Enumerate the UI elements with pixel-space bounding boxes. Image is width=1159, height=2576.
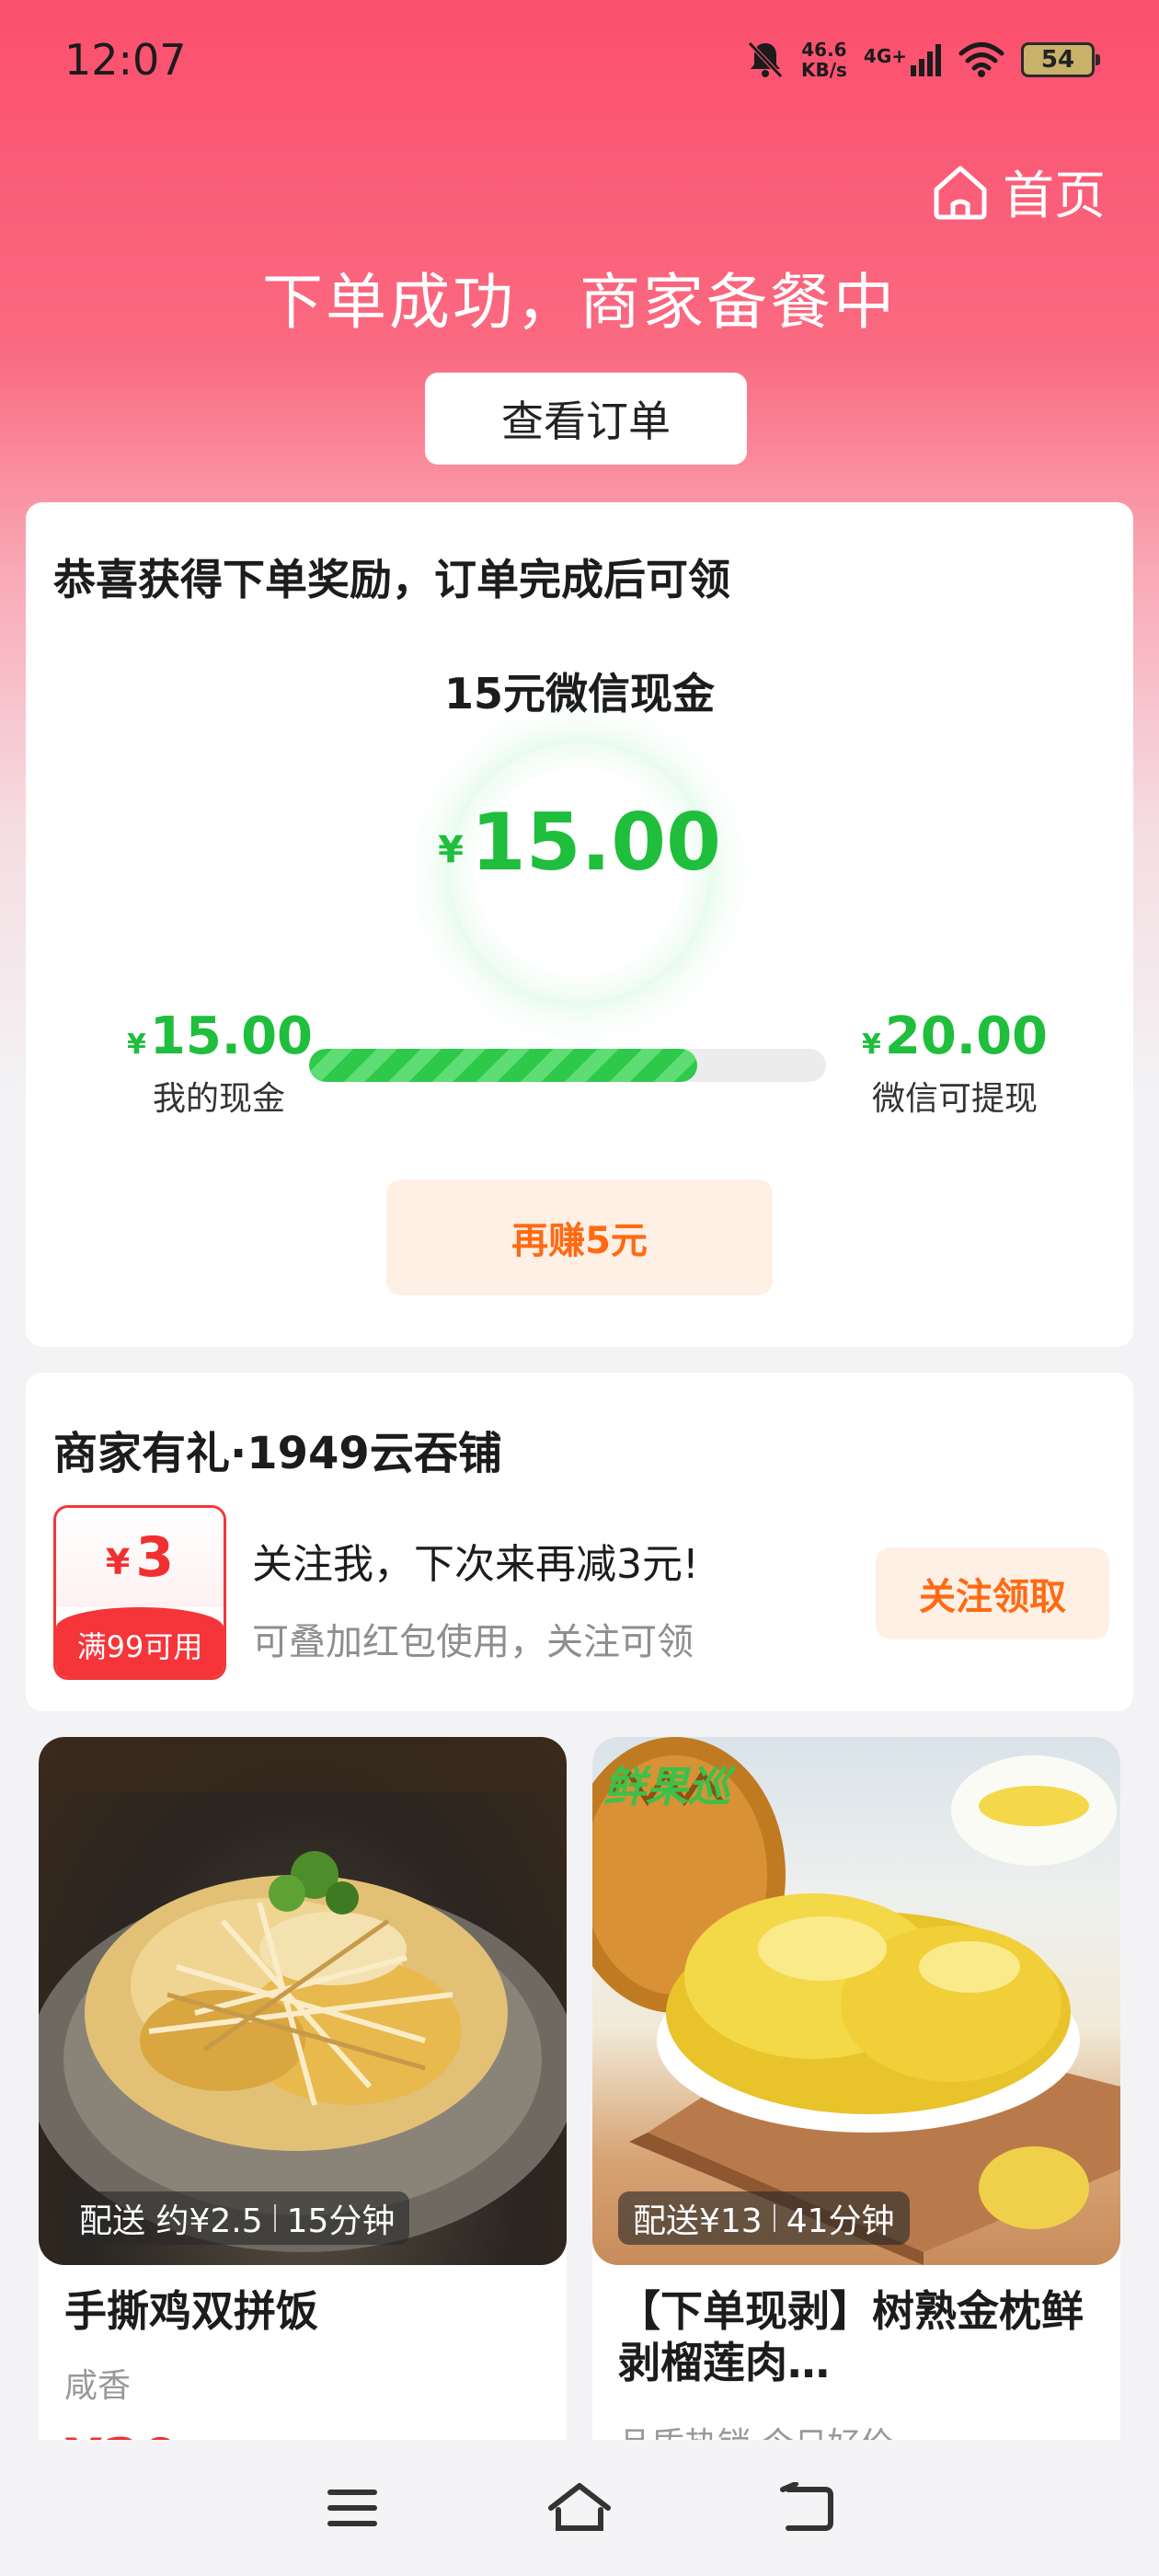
net-speed: 46.6 KB/s <box>801 40 847 80</box>
home-link[interactable]: 首页 <box>931 155 1106 229</box>
withdraw-currency: ¥ <box>861 1029 881 1061</box>
mute-bell-icon <box>748 41 783 78</box>
tag-divider <box>773 2204 775 2232</box>
menu-button[interactable] <box>311 2476 394 2540</box>
signal-label: 4G+ <box>863 45 907 67</box>
cash-amount-value: 15.00 <box>470 797 721 889</box>
product-name: 【下单现剥】树熟金枕鲜剥榴莲肉… <box>618 2286 1084 2387</box>
withdraw-threshold: ¥20.00 微信可提现 <box>844 1006 1065 1120</box>
merchant-offer-note: 可叠加红包使用，关注可领 <box>252 1621 694 1663</box>
delivery-fee: 配送¥13 <box>633 2202 763 2240</box>
signal-icon <box>911 44 941 76</box>
home-label: 首页 <box>1003 167 1106 226</box>
reward-card: 恭喜获得下单奖励，订单完成后可领 15元微信现金 ¥15.00 ¥15.00 我… <box>26 502 1133 1347</box>
my-cash-value: 15.00 <box>149 1006 314 1066</box>
tag-divider <box>273 2204 276 2232</box>
status-time: 12:07 <box>64 35 187 85</box>
cash-progress-bar <box>309 1049 826 1082</box>
delivery-time: 15分钟 <box>286 2202 396 2240</box>
brand-logo: 鲜果巡 <box>603 1754 730 1814</box>
coupon-condition: 满99可用 <box>56 1607 224 1677</box>
merchant-title: 商家有礼·1949云吞铺 <box>53 1428 502 1479</box>
home-nav-icon <box>547 2483 611 2531</box>
cash-title: 15元微信现金 <box>443 669 715 719</box>
merchant-gift-card: 商家有礼·1949云吞铺 ¥3 满99可用 关注我，下次来再减3元! 可叠加红包… <box>26 1373 1133 1711</box>
reward-heading: 恭喜获得下单奖励，订单完成后可领 <box>53 555 730 604</box>
withdraw-label: 微信可提现 <box>871 1080 1038 1118</box>
earn-more-button[interactable]: 再赚5元 <box>386 1179 773 1295</box>
durian-photo <box>592 1737 1120 2265</box>
product-card[interactable]: 配送 约¥2.5 15分钟 手撕鸡双拼饭 咸香 ¥20 <box>39 1737 567 2473</box>
withdraw-value: 20.00 <box>884 1006 1048 1066</box>
shredded-chicken-photo <box>39 1737 567 2252</box>
battery-icon: 54 <box>1021 42 1100 77</box>
net-speed-value: 46.6 <box>801 39 847 61</box>
status-icons: 46.6 KB/s 4G+ 54 <box>746 37 1100 83</box>
view-order-button[interactable]: 查看订单 <box>425 373 747 465</box>
follow-claim-button[interactable]: 关注领取 <box>876 1547 1109 1639</box>
coupon-currency: ¥ <box>105 1542 131 1582</box>
back-button[interactable] <box>765 2476 848 2540</box>
system-nav-bar <box>0 2440 1159 2576</box>
home-icon <box>934 166 987 219</box>
status-bar: 12:07 46.6 KB/s 4G+ 54 <box>0 0 1159 120</box>
page-title: 下单成功，商家备餐中 <box>262 267 897 338</box>
my-cash: ¥15.00 我的现金 <box>127 1006 314 1120</box>
product-image: 配送 约¥2.5 15分钟 <box>39 1737 567 2265</box>
signal: 4G+ <box>864 43 942 76</box>
product-tag: 咸香 <box>64 2367 132 2405</box>
cash-amount: ¥15.00 <box>26 797 1133 889</box>
cash-progress-fill <box>309 1049 697 1082</box>
my-cash-currency: ¥ <box>127 1029 146 1061</box>
delivery-info-tag: 配送¥13 41分钟 <box>618 2191 910 2245</box>
product-name: 手撕鸡双拼饭 <box>64 2286 318 2336</box>
order-success-screen: 12:07 46.6 KB/s 4G+ 54 首页 下单成功，商家备餐中 查看订… <box>0 0 1159 2576</box>
menu-icon <box>327 2490 378 2526</box>
brand-logo-text: 鲜果巡 <box>603 1762 730 1811</box>
merchant-offer-text: 关注我，下次来再减3元! <box>252 1541 699 1588</box>
my-cash-label: 我的现金 <box>152 1080 285 1118</box>
cash-currency: ¥ <box>438 829 464 871</box>
delivery-fee: 配送 约¥2.5 <box>79 2202 263 2240</box>
product-image: 鲜果巡 配送¥13 41分钟 <box>592 1737 1120 2265</box>
delivery-info-tag: 配送 约¥2.5 15分钟 <box>64 2191 410 2245</box>
product-card[interactable]: 鲜果巡 配送¥13 41分钟 【下单现剥】树熟金枕鲜剥榴莲肉… 品质热销 今日好… <box>592 1737 1120 2473</box>
delivery-time: 41分钟 <box>786 2202 895 2240</box>
coupon-value: ¥3 <box>56 1508 224 1607</box>
home-nav-button[interactable] <box>538 2476 621 2540</box>
back-icon <box>779 2482 833 2531</box>
merchant-coupon: ¥3 满99可用 <box>53 1505 226 1680</box>
coupon-amount: 3 <box>135 1525 175 1590</box>
net-speed-unit: KB/s <box>800 59 847 81</box>
wifi-icon <box>958 42 1004 77</box>
